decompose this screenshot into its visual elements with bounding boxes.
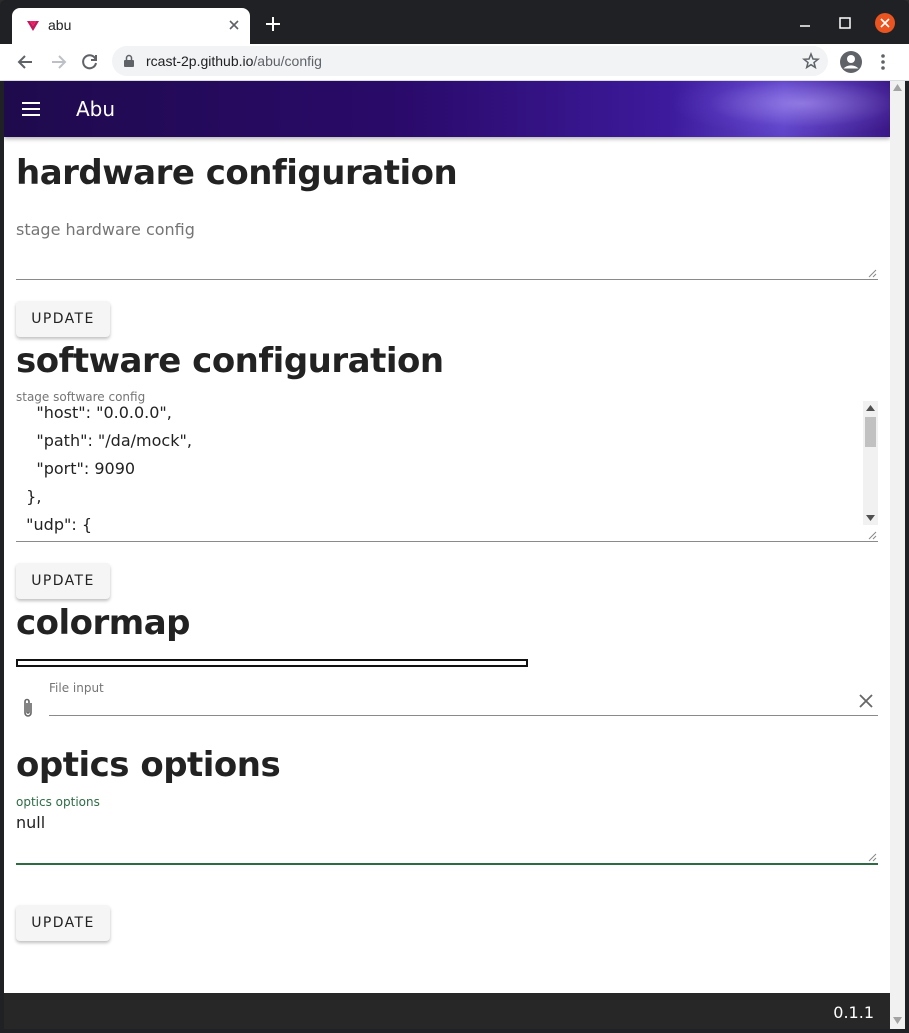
colormap-heading: colormap (16, 603, 191, 643)
new-tab-icon[interactable] (264, 15, 282, 33)
back-icon[interactable] (16, 52, 36, 72)
browser-toolbar: rcast-2p.github.io/abu/config (0, 44, 909, 81)
hardware-update-button[interactable]: UPDATE (16, 301, 110, 337)
scroll-up-icon[interactable] (866, 404, 875, 411)
software-heading: software configuration (16, 341, 444, 381)
textarea-scroll-thumb[interactable] (865, 417, 876, 447)
clear-icon[interactable] (858, 693, 874, 709)
lock-icon (124, 54, 134, 67)
browser-window: abu rcast-2p.github.io/abu/config Abu ha… (0, 0, 909, 1033)
code-line: }, (16, 487, 42, 506)
optics-heading: optics options (16, 745, 281, 785)
tab-abu[interactable]: abu (12, 8, 250, 44)
optics-options-value: null (16, 813, 46, 832)
code-line: "port": 9090 (16, 459, 136, 478)
resize-handle-icon[interactable] (867, 852, 877, 862)
optics-options-textarea[interactable]: optics options null (16, 795, 878, 865)
textarea-scrollbar[interactable] (863, 401, 878, 525)
app-bar-background-art (670, 81, 890, 137)
optics-options-label: optics options (16, 795, 100, 809)
reload-icon[interactable] (80, 52, 100, 72)
colormap-file-input[interactable]: File input (16, 675, 878, 725)
hamburger-menu-icon[interactable] (22, 101, 42, 117)
url-host: rcast-2p.github.io (146, 53, 254, 69)
scroll-down-icon[interactable] (866, 515, 875, 522)
hardware-config-textarea[interactable]: stage hardware config (16, 217, 878, 280)
software-update-button[interactable]: UPDATE (16, 563, 110, 599)
address-bar[interactable]: rcast-2p.github.io/abu/config (112, 46, 828, 76)
software-config-textarea[interactable]: "host": "0.0.0.0", "path": "/da/mock", "… (16, 401, 878, 542)
hardware-heading: hardware configuration (16, 153, 458, 193)
tab-title: abu (48, 17, 72, 33)
hardware-config-placeholder: stage hardware config (16, 220, 195, 239)
forward-icon[interactable] (48, 52, 68, 72)
bookmark-star-icon[interactable] (802, 52, 820, 70)
page-viewport: Abu hardware configuration stage hardwar… (4, 81, 890, 993)
vuetify-favicon-icon (27, 21, 39, 31)
profile-avatar-icon[interactable] (839, 50, 863, 74)
file-input-label: File input (49, 681, 104, 695)
app-bar: Abu (4, 81, 890, 137)
app-footer: 0.1.1 (4, 993, 890, 1029)
code-line: "host": "0.0.0.0", (16, 403, 172, 422)
scroll-up-icon[interactable] (893, 83, 902, 91)
code-line: "path": "/da/mock", (16, 431, 192, 450)
maximize-icon[interactable] (835, 13, 855, 33)
optics-update-button[interactable]: UPDATE (16, 905, 110, 941)
url-text: rcast-2p.github.io/abu/config (146, 53, 322, 69)
url-path: /abu/config (253, 53, 322, 69)
version-label: 0.1.1 (833, 1003, 874, 1022)
code-line: "udp": { (16, 515, 92, 534)
colormap-preview (16, 659, 528, 667)
tab-strip: abu (0, 0, 909, 44)
close-window-icon[interactable] (875, 13, 895, 33)
resize-handle-icon[interactable] (867, 268, 877, 278)
minimize-icon[interactable] (795, 13, 815, 33)
resize-handle-icon[interactable] (867, 530, 877, 540)
close-tab-icon[interactable] (226, 17, 242, 33)
scroll-down-icon[interactable] (893, 1017, 902, 1025)
paperclip-icon[interactable] (20, 697, 36, 719)
kebab-menu-icon[interactable] (876, 52, 890, 72)
file-input-underline (49, 715, 878, 716)
app-title: Abu (76, 97, 116, 121)
page-scrollbar[interactable] (890, 81, 905, 1029)
